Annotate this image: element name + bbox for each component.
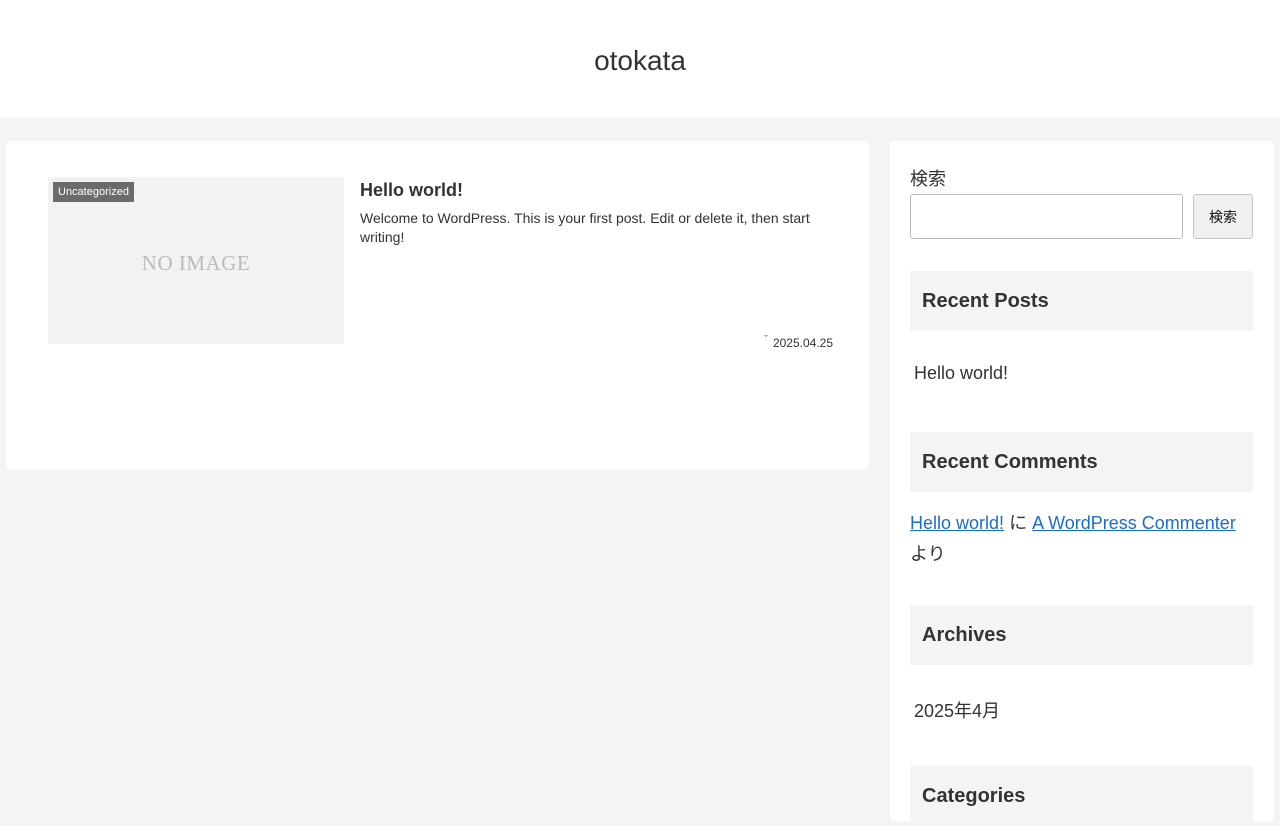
recent-comment-item: Hello world! に A WordPress Commenter より (910, 508, 1253, 570)
post-card[interactable]: Uncategorized NO IMAGE Hello world! Welc… (48, 177, 833, 350)
site-title[interactable]: otokata (594, 45, 686, 77)
post-snippet: Welcome to WordPress. This is your first… (360, 210, 810, 245)
category-badge[interactable]: Uncategorized (53, 182, 134, 202)
archive-link[interactable]: 2025年4月 (914, 697, 1000, 723)
no-image-placeholder: NO IMAGE (141, 251, 251, 275)
comment-author-link[interactable]: A WordPress Commenter (1032, 513, 1236, 533)
post-card-body: Hello world! Welcome to WordPress. This … (344, 177, 833, 350)
post-title[interactable]: Hello world! (360, 179, 830, 201)
post-thumbnail[interactable]: Uncategorized NO IMAGE (48, 177, 344, 344)
archives-heading: Archives (910, 605, 1253, 665)
main-content: Uncategorized NO IMAGE Hello world! Welc… (6, 141, 869, 470)
comment-connector-ni: に (1009, 513, 1028, 533)
recent-posts-heading: Recent Posts (910, 271, 1253, 331)
sidebar: 検索 検索 Recent Posts Hello world! Recent C… (890, 141, 1274, 826)
search-label: 検索 (910, 169, 946, 189)
comment-connector-yori: より (910, 544, 946, 564)
site-header: otokata (0, 0, 1280, 117)
clock-icon: ˇ (764, 334, 768, 346)
search-input[interactable] (910, 194, 1183, 239)
search-button[interactable]: 検索 (1193, 194, 1253, 239)
post-date-text: 2025.04.25 (772, 336, 833, 350)
post-date: ˇ 2025.04.25 (764, 334, 833, 350)
categories-heading: Categories (910, 766, 1253, 826)
comment-post-link[interactable]: Hello world! (910, 513, 1004, 533)
recent-post-link[interactable]: Hello world! (914, 363, 1008, 384)
recent-comments-heading: Recent Comments (910, 432, 1253, 492)
